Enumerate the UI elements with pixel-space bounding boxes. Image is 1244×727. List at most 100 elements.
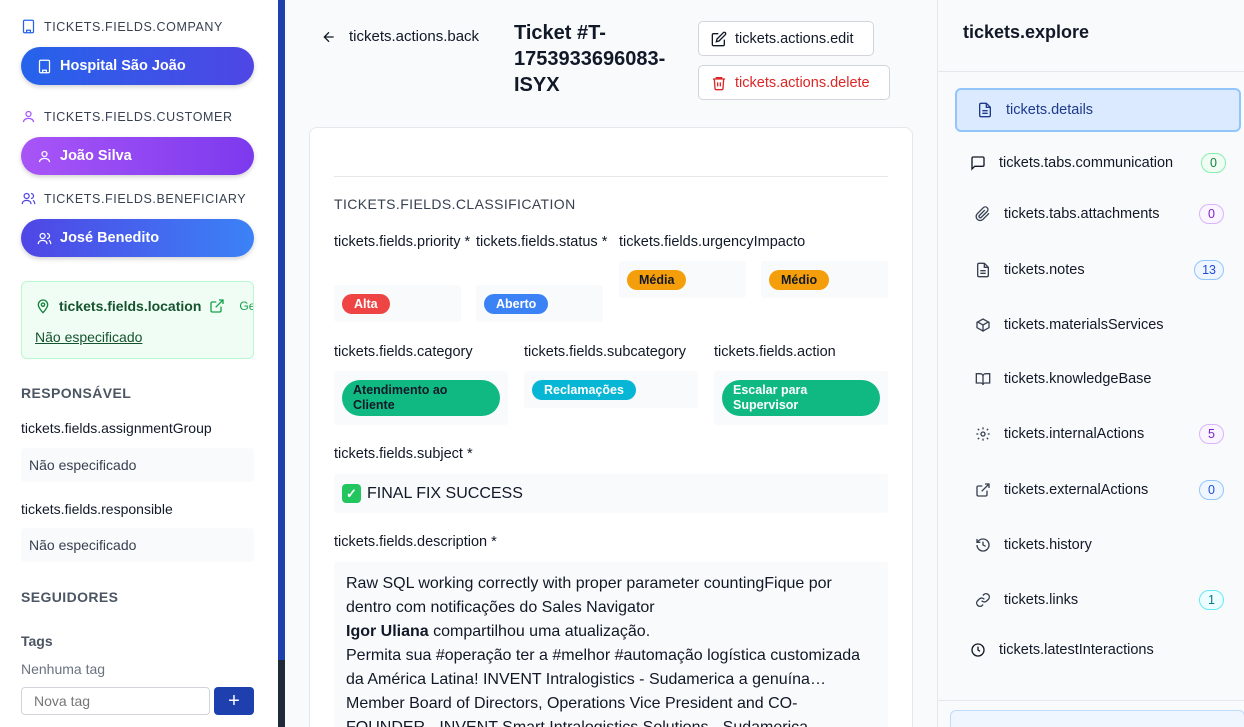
nav-count-badge: 0 bbox=[1199, 480, 1224, 500]
company-section-label: TICKETS.FIELDS.COMPANY bbox=[21, 19, 223, 34]
description-line: Member Board of Directors, Operations Vi… bbox=[346, 695, 808, 727]
nav-count-badge: 0 bbox=[1199, 204, 1224, 224]
description-text: compartilhou uma atualização. bbox=[428, 623, 651, 640]
nav-count-badge: 13 bbox=[1194, 260, 1224, 280]
ticket-card: TICKETS.FIELDS.CLASSIFICATION tickets.fi… bbox=[309, 127, 913, 727]
delete-button[interactable]: tickets.actions.delete bbox=[698, 65, 890, 100]
beneficiary-value: José Benedito bbox=[60, 230, 160, 246]
message-square-icon bbox=[970, 155, 986, 171]
company-value: Hospital São João bbox=[60, 58, 186, 74]
nav-count-badge: 5 bbox=[1199, 424, 1224, 444]
nav-count-badge: 1 bbox=[1199, 590, 1224, 610]
description-author: Igor Uliana bbox=[346, 623, 429, 640]
description-field[interactable]: Raw SQL working correctly with proper pa… bbox=[334, 562, 888, 727]
nav-label: tickets.history bbox=[1004, 537, 1092, 553]
priority-badge: Alta bbox=[342, 294, 390, 314]
link-icon bbox=[975, 592, 991, 608]
package-icon bbox=[975, 317, 991, 333]
action-badge: Escalar para Supervisor bbox=[722, 380, 880, 416]
nav-latest-interactions[interactable]: tickets.latestInteractions bbox=[950, 628, 1236, 672]
edit-icon bbox=[711, 31, 727, 46]
nav-label: tickets.latestInteractions bbox=[999, 642, 1154, 658]
card-divider bbox=[334, 176, 888, 177]
nav-notes[interactable]: tickets.notes 13 bbox=[955, 248, 1241, 292]
external-link-icon bbox=[975, 482, 991, 498]
users-icon bbox=[37, 232, 52, 244]
description-line: Permita sua #operação ter a #melhor #aut… bbox=[346, 647, 861, 688]
company-label: TICKETS.FIELDS.COMPANY bbox=[44, 19, 223, 34]
category-label: tickets.fields.category bbox=[334, 344, 473, 360]
settings-icon bbox=[975, 426, 991, 442]
category-badge: Atendimento ao Cliente bbox=[342, 380, 500, 416]
location-manage-link[interactable]: Gerenc bbox=[239, 299, 253, 313]
book-open-icon bbox=[975, 371, 991, 387]
edit-button[interactable]: tickets.actions.edit bbox=[698, 21, 874, 56]
back-label: tickets.actions.back bbox=[349, 28, 480, 45]
description-line: Raw SQL working correctly with proper pa… bbox=[346, 575, 832, 616]
description-label: tickets.fields.description * bbox=[334, 534, 497, 550]
nav-materials-services[interactable]: tickets.materialsServices bbox=[955, 303, 1241, 347]
customer-label: TICKETS.FIELDS.CUSTOMER bbox=[44, 109, 233, 124]
left-sidebar: TICKETS.FIELDS.COMPANY Hospital São João… bbox=[0, 0, 278, 727]
tags-label: Tags bbox=[21, 633, 53, 649]
beneficiary-label: TICKETS.FIELDS.BENEFICIARY bbox=[44, 191, 247, 206]
explore-panel: tickets.explore tickets.details tickets.… bbox=[937, 0, 1244, 727]
description-line: Igor Uliana compartilhou uma atualização… bbox=[346, 620, 876, 644]
company-pill[interactable]: Hospital São João bbox=[21, 47, 254, 85]
nav-history[interactable]: tickets.history bbox=[955, 523, 1241, 567]
new-tag-input[interactable] bbox=[21, 687, 210, 715]
responsible-label: tickets.fields.responsible bbox=[21, 501, 173, 517]
user-icon bbox=[38, 150, 51, 162]
responsible-field[interactable]: Não especificado bbox=[21, 528, 254, 562]
subject-label: tickets.fields.subject * bbox=[334, 446, 473, 462]
external-link-icon[interactable] bbox=[209, 298, 225, 314]
nav-links[interactable]: tickets.links 1 bbox=[955, 578, 1241, 622]
ticket-title: Ticket #T-1753933696083-ISYX bbox=[514, 22, 666, 96]
action-label: tickets.fields.action bbox=[714, 344, 836, 360]
customer-pill[interactable]: João Silva bbox=[21, 137, 254, 175]
panel-divider[interactable] bbox=[278, 0, 285, 727]
nav-label: tickets.tabs.attachments bbox=[1004, 206, 1160, 222]
explore-title: tickets.explore bbox=[963, 22, 1090, 42]
subject-field[interactable]: ✓ FINAL FIX SUCCESS bbox=[334, 474, 888, 513]
status-badge: Aberto bbox=[484, 294, 549, 314]
location-value[interactable]: Não especificado bbox=[35, 329, 142, 345]
nav-internal-actions[interactable]: tickets.internalActions 5 bbox=[955, 412, 1241, 456]
nav-label: tickets.externalActions bbox=[1004, 482, 1149, 498]
nav-label: tickets.materialsServices bbox=[1004, 317, 1164, 333]
nav-attachments[interactable]: tickets.tabs.attachments 0 bbox=[955, 192, 1241, 236]
nav-details[interactable]: tickets.details bbox=[955, 88, 1241, 132]
location-title: tickets.fields.location Gerenc bbox=[35, 298, 253, 314]
assignment-group-field[interactable]: Não especificado bbox=[21, 448, 254, 482]
check-icon: ✓ bbox=[342, 484, 361, 503]
nav-label: tickets.tabs.communication bbox=[999, 155, 1174, 171]
users-icon bbox=[21, 192, 36, 205]
subcategory-label: tickets.fields.subcategory bbox=[524, 344, 686, 360]
clock-icon bbox=[970, 642, 986, 658]
back-button[interactable]: tickets.actions.back bbox=[321, 28, 479, 45]
classification-title: TICKETS.FIELDS.CLASSIFICATION bbox=[334, 196, 576, 212]
add-tag-button[interactable]: + bbox=[214, 687, 254, 715]
nav-label: tickets.links bbox=[1004, 592, 1079, 608]
tags-empty-text: Nenhuma tag bbox=[21, 661, 106, 677]
location-label: tickets.fields.location bbox=[59, 298, 202, 314]
edit-label: tickets.actions.edit bbox=[735, 30, 854, 47]
main-content: tickets.actions.back Ticket #T-175393369… bbox=[285, 0, 937, 727]
responsible-heading: RESPONSÁVEL bbox=[21, 385, 132, 401]
location-box: tickets.fields.location Gerenc Não espec… bbox=[21, 281, 254, 359]
followers-heading: SEGUIDORES bbox=[21, 589, 119, 605]
urgency-badge: Média bbox=[627, 270, 687, 290]
nav-communication[interactable]: tickets.tabs.communication 0 bbox=[950, 141, 1236, 185]
building-icon bbox=[38, 59, 51, 73]
nav-knowledge-base[interactable]: tickets.knowledgeBase bbox=[955, 357, 1241, 401]
beneficiary-section-label: TICKETS.FIELDS.BENEFICIARY bbox=[21, 191, 246, 206]
building-icon bbox=[22, 19, 35, 34]
arrow-left-icon bbox=[323, 31, 334, 42]
user-icon bbox=[22, 110, 35, 123]
impact-badge: Médio bbox=[769, 270, 830, 290]
delete-label: tickets.actions.delete bbox=[735, 74, 870, 91]
subcategory-badge: Reclamações bbox=[532, 380, 636, 400]
status-label: tickets.fields.status * bbox=[476, 234, 608, 250]
nav-external-actions[interactable]: tickets.externalActions 0 bbox=[955, 468, 1241, 512]
beneficiary-pill[interactable]: José Benedito bbox=[21, 219, 254, 257]
